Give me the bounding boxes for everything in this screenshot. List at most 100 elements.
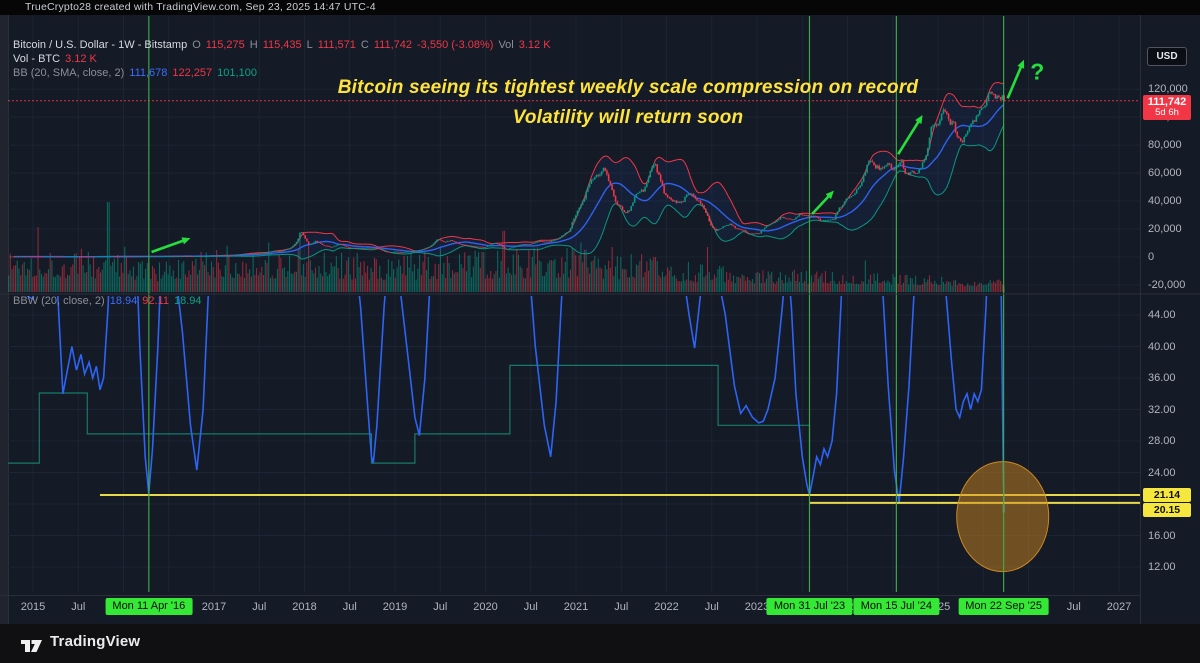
currency-toggle-button[interactable]: USD bbox=[1147, 47, 1187, 66]
volume-bar bbox=[190, 275, 191, 292]
candle-body bbox=[323, 245, 325, 246]
volume-bar bbox=[547, 263, 548, 292]
tradingview-logo-icon[interactable] bbox=[20, 634, 44, 654]
volume-bar bbox=[34, 276, 35, 292]
volume-bar bbox=[242, 262, 243, 292]
candle-body bbox=[495, 243, 497, 244]
candle-body bbox=[341, 244, 343, 245]
candle-body bbox=[807, 215, 809, 216]
bbw-legend[interactable]: BBW (20, close, 2)18.9492.1118.94 bbox=[13, 295, 206, 307]
volume-bar bbox=[632, 277, 633, 292]
volume-bar bbox=[707, 247, 708, 292]
chart-canvas[interactable]: ? bbox=[0, 0, 1200, 663]
volume-bar bbox=[780, 272, 781, 292]
volume-bar bbox=[471, 277, 472, 292]
candle-body bbox=[649, 171, 651, 178]
price-axis[interactable]: USD 111,742 5d 6h 120,000100,00080,00060… bbox=[1140, 15, 1200, 624]
candle-body bbox=[393, 252, 395, 253]
volume-bar bbox=[13, 266, 14, 292]
volume-bar bbox=[773, 282, 774, 292]
candle-body bbox=[245, 254, 247, 255]
candle-body bbox=[27, 257, 29, 258]
volume-bar bbox=[135, 280, 136, 292]
volume-bar bbox=[769, 274, 770, 292]
symbol-legend[interactable]: Bitcoin / U.S. Dollar - 1W - BitstampO11… bbox=[13, 39, 556, 51]
candle-body bbox=[662, 181, 664, 185]
volume-bar bbox=[582, 262, 583, 292]
volume-legend[interactable]: Vol - BTC3.12 K bbox=[13, 53, 102, 65]
volume-bar bbox=[690, 281, 691, 292]
volume-bar bbox=[971, 285, 972, 292]
volume-bar bbox=[983, 285, 984, 292]
volume-bar bbox=[743, 276, 744, 292]
volume-bar bbox=[336, 256, 337, 292]
volume-bar bbox=[355, 279, 356, 292]
volume-bar bbox=[671, 267, 672, 292]
volume-bar bbox=[17, 261, 18, 292]
candle-body bbox=[719, 229, 721, 230]
bbw-tick-label: 24.00 bbox=[1148, 467, 1176, 479]
volume-bar bbox=[350, 275, 351, 292]
candle-body bbox=[741, 230, 743, 231]
symbol-legend-segment: C bbox=[361, 39, 369, 51]
volume-bar bbox=[768, 271, 769, 292]
candle-body bbox=[56, 257, 58, 258]
symbol-legend-segment: H bbox=[250, 39, 258, 51]
candle-body bbox=[651, 168, 653, 171]
volume-bar bbox=[958, 283, 959, 292]
volume-bar bbox=[376, 259, 377, 292]
volume-bar bbox=[332, 267, 333, 292]
volume-bar bbox=[615, 266, 616, 292]
volume-bar bbox=[598, 259, 599, 292]
volume-bar bbox=[1002, 284, 1003, 292]
volume-bar bbox=[884, 281, 885, 292]
candle-body bbox=[760, 231, 762, 233]
candle-body bbox=[389, 252, 391, 253]
candle-body bbox=[77, 257, 79, 258]
volume-bar bbox=[938, 285, 939, 292]
candle-body bbox=[767, 225, 769, 226]
bb-legend[interactable]: BB (20, SMA, close, 2)111,678122,257101,… bbox=[13, 67, 262, 79]
volume-bar bbox=[44, 273, 45, 292]
candle-body bbox=[311, 243, 313, 244]
candle-body bbox=[1000, 97, 1002, 100]
candle-body bbox=[788, 219, 790, 220]
snapshot-header-bar: TrueCrypto28 created with TradingView.co… bbox=[0, 0, 1200, 15]
candle-body bbox=[88, 257, 90, 258]
candle-body bbox=[814, 216, 816, 217]
volume-bar bbox=[301, 275, 302, 292]
volume-bar bbox=[303, 264, 304, 292]
volume-bar bbox=[724, 282, 725, 292]
candle-body bbox=[951, 121, 953, 124]
candle-body bbox=[244, 254, 246, 255]
candle-body bbox=[398, 252, 400, 253]
tradingview-logo-text[interactable]: TradingView bbox=[50, 633, 140, 650]
volume-bar bbox=[249, 269, 250, 292]
candle-body bbox=[360, 248, 362, 249]
volume-bar bbox=[122, 273, 123, 292]
time-axis[interactable]: 2015Jul2017Jul2018Jul2019Jul2020Jul2021J… bbox=[0, 595, 1140, 625]
volume-bar bbox=[599, 267, 600, 292]
volume-bar bbox=[808, 284, 809, 292]
candle-body bbox=[585, 192, 587, 199]
volume-bar bbox=[591, 262, 592, 292]
candle-body bbox=[386, 251, 388, 252]
volume-bar bbox=[305, 277, 306, 292]
volume-bar bbox=[514, 274, 515, 292]
candle-body bbox=[738, 228, 740, 229]
trend-arrow-head bbox=[181, 237, 190, 244]
volume-bar bbox=[296, 272, 297, 292]
volume-bar bbox=[346, 260, 347, 292]
candle-body bbox=[540, 241, 542, 242]
volume-bar bbox=[842, 275, 843, 292]
volume-bar bbox=[487, 274, 488, 292]
candle-body bbox=[906, 173, 908, 174]
volume-bar bbox=[364, 261, 365, 292]
volume-bar bbox=[390, 277, 391, 292]
candle-body bbox=[526, 244, 528, 245]
candle-body bbox=[464, 245, 466, 246]
volume-bar bbox=[627, 277, 628, 292]
candle-body bbox=[995, 94, 997, 99]
volume-bar bbox=[681, 281, 682, 292]
candle-body bbox=[434, 241, 436, 243]
